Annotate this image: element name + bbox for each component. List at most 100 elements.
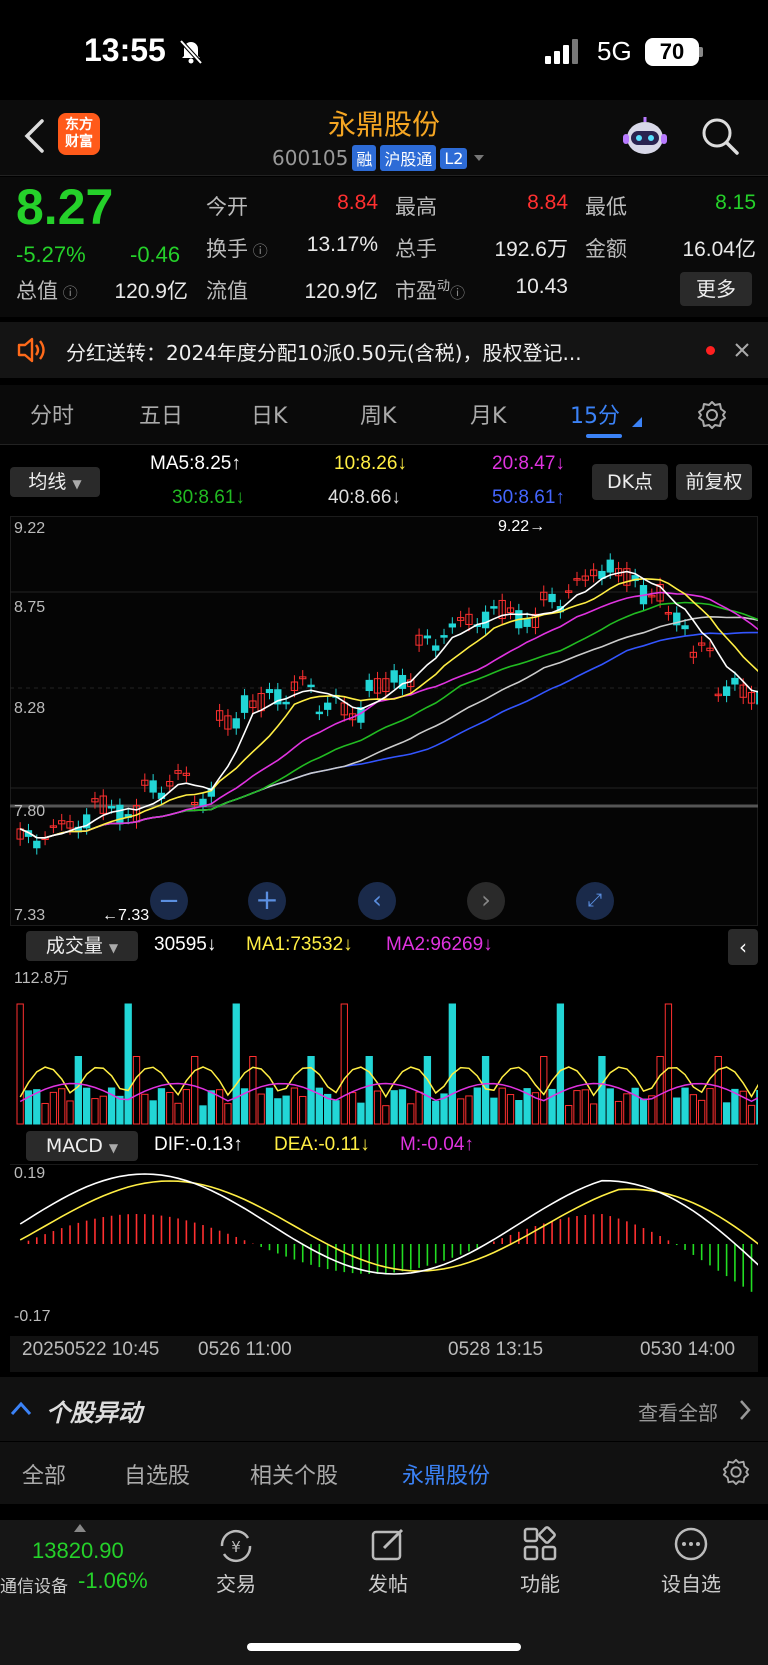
candle-body [365,679,373,692]
tab-daily-k[interactable]: 日K [251,398,287,430]
tag-level2: L2 [440,147,468,169]
active-tab-indicator [586,434,622,438]
volume-bar [398,1089,407,1125]
news-tab-all[interactable]: 全部 [22,1458,66,1490]
macd-chart[interactable] [10,1164,758,1336]
zoom-out-button[interactable]: − [150,882,188,920]
indicator-selector[interactable]: 均线 ▼ [10,467,100,497]
open-label: 今开 [206,195,248,219]
functions-grid-icon[interactable] [522,1526,558,1562]
volume-bar [66,1100,74,1125]
volume-bar [16,1003,24,1125]
volume-bar [664,1003,673,1125]
candlestick-chart[interactable] [10,516,758,926]
battery-level: 70 [645,38,699,66]
trade-button[interactable]: 交易 [186,1568,286,1597]
volume-bar [415,1091,423,1125]
chevron-up-icon[interactable] [10,1400,32,1416]
float-cap-value: 120.9亿 [304,280,378,303]
candle-body [440,635,448,638]
stock-code-line[interactable]: 600105 融 沪股通 L2 [272,145,487,171]
forward-adjust-button[interactable]: 前复权 [676,464,752,500]
ma5-line [19,570,758,839]
candle-body [756,690,758,705]
volume-bar [357,1102,365,1125]
volume-bar [58,1088,66,1125]
sector-index-value[interactable]: 13820.90 [32,1538,124,1564]
high-marker: 9.22→ [498,518,546,535]
macd-dif-line [19,1173,758,1275]
sector-change[interactable]: -1.06% [78,1568,148,1594]
ai-robot-icon[interactable] [620,114,670,162]
scroll-left-button[interactable]: ‹ [358,882,396,920]
ma50-value: 50:8.61↑ [492,487,565,508]
trade-yen-icon[interactable]: ¥ [216,1528,256,1564]
view-all-link[interactable]: 查看全部 [638,1397,718,1426]
candle-body [432,645,440,651]
dk-point-button[interactable]: DK点 [592,464,668,500]
ma30-line [19,601,758,839]
battery-tip [699,47,703,57]
candle-body [315,711,324,715]
volume-bar [407,1103,415,1125]
home-indicator[interactable] [247,1643,521,1651]
unread-dot [706,346,715,355]
volume-bar [382,1105,390,1125]
fullscreen-button[interactable]: ⤢ [576,882,614,920]
ma10-value: 10:8.26↓ [334,453,407,474]
tab-monthly-k[interactable]: 月K [470,398,506,430]
candle-body [731,677,739,685]
news-tab-related[interactable]: 相关个股 [250,1458,338,1490]
volume-bar [648,1095,656,1125]
more-button[interactable]: 更多 [680,272,752,306]
volume-bar [199,1105,207,1125]
y-label-2: 8.75 [14,599,46,616]
news-tab-stock[interactable]: 永鼎股份 [402,1458,490,1490]
volume-bar [614,1100,623,1125]
functions-button[interactable]: 功能 [490,1568,590,1597]
search-icon[interactable] [700,116,740,156]
volume-bar [82,1087,91,1125]
news-settings-gear-icon[interactable] [722,1458,750,1486]
volume-bar [207,1090,215,1125]
volume-chart[interactable] [10,962,758,1128]
volume-bar [157,1088,166,1125]
macd-selector[interactable]: MACD ▼ [26,1131,138,1161]
candle-body [282,701,290,705]
volume-bar [639,1098,648,1125]
tab-intraday[interactable]: 分时 [30,398,74,430]
volume-bar [689,1094,698,1125]
add-watchlist-button[interactable]: 设自选 [641,1568,741,1597]
volume-bar [515,1100,523,1125]
volume-bar [41,1102,49,1125]
scroll-right-button[interactable]: › [467,882,505,920]
news-tab-watchlist[interactable]: 自选股 [124,1458,190,1490]
volume-bar [432,1100,440,1125]
tab-15min[interactable]: 15分 [570,398,620,430]
close-icon[interactable] [734,342,750,358]
volume-bar [91,1098,99,1125]
sector-name[interactable]: 通信设备 [0,1572,68,1597]
chevron-right-icon[interactable] [738,1399,752,1421]
macd-dea-line [19,1180,758,1272]
post-button[interactable]: 发帖 [338,1568,438,1597]
volume-bar [498,1087,506,1125]
volume-bar [623,1093,631,1125]
signal-icon [545,39,578,64]
post-edit-icon[interactable] [370,1526,406,1562]
volume-value: 192.6万 [494,238,568,261]
macd-dea: DEA:-0.11↓ [274,1134,370,1155]
volume-bar [274,1098,282,1125]
collapse-panel-button[interactable]: ‹ [728,929,758,965]
volume-bar [116,1095,124,1125]
tab-five-day[interactable]: 五日 [139,398,183,430]
volume-selector[interactable]: 成交量 ▼ [26,931,138,961]
ma20-line [19,591,758,839]
settings-gear-icon[interactable] [697,400,727,430]
volume-bar [481,1056,490,1125]
add-watchlist-more-icon[interactable] [673,1526,709,1562]
candle-body [606,559,614,573]
zoom-in-button[interactable]: + [248,882,286,920]
tab-weekly-k[interactable]: 周K [360,398,396,430]
volume-bar [390,1090,398,1125]
